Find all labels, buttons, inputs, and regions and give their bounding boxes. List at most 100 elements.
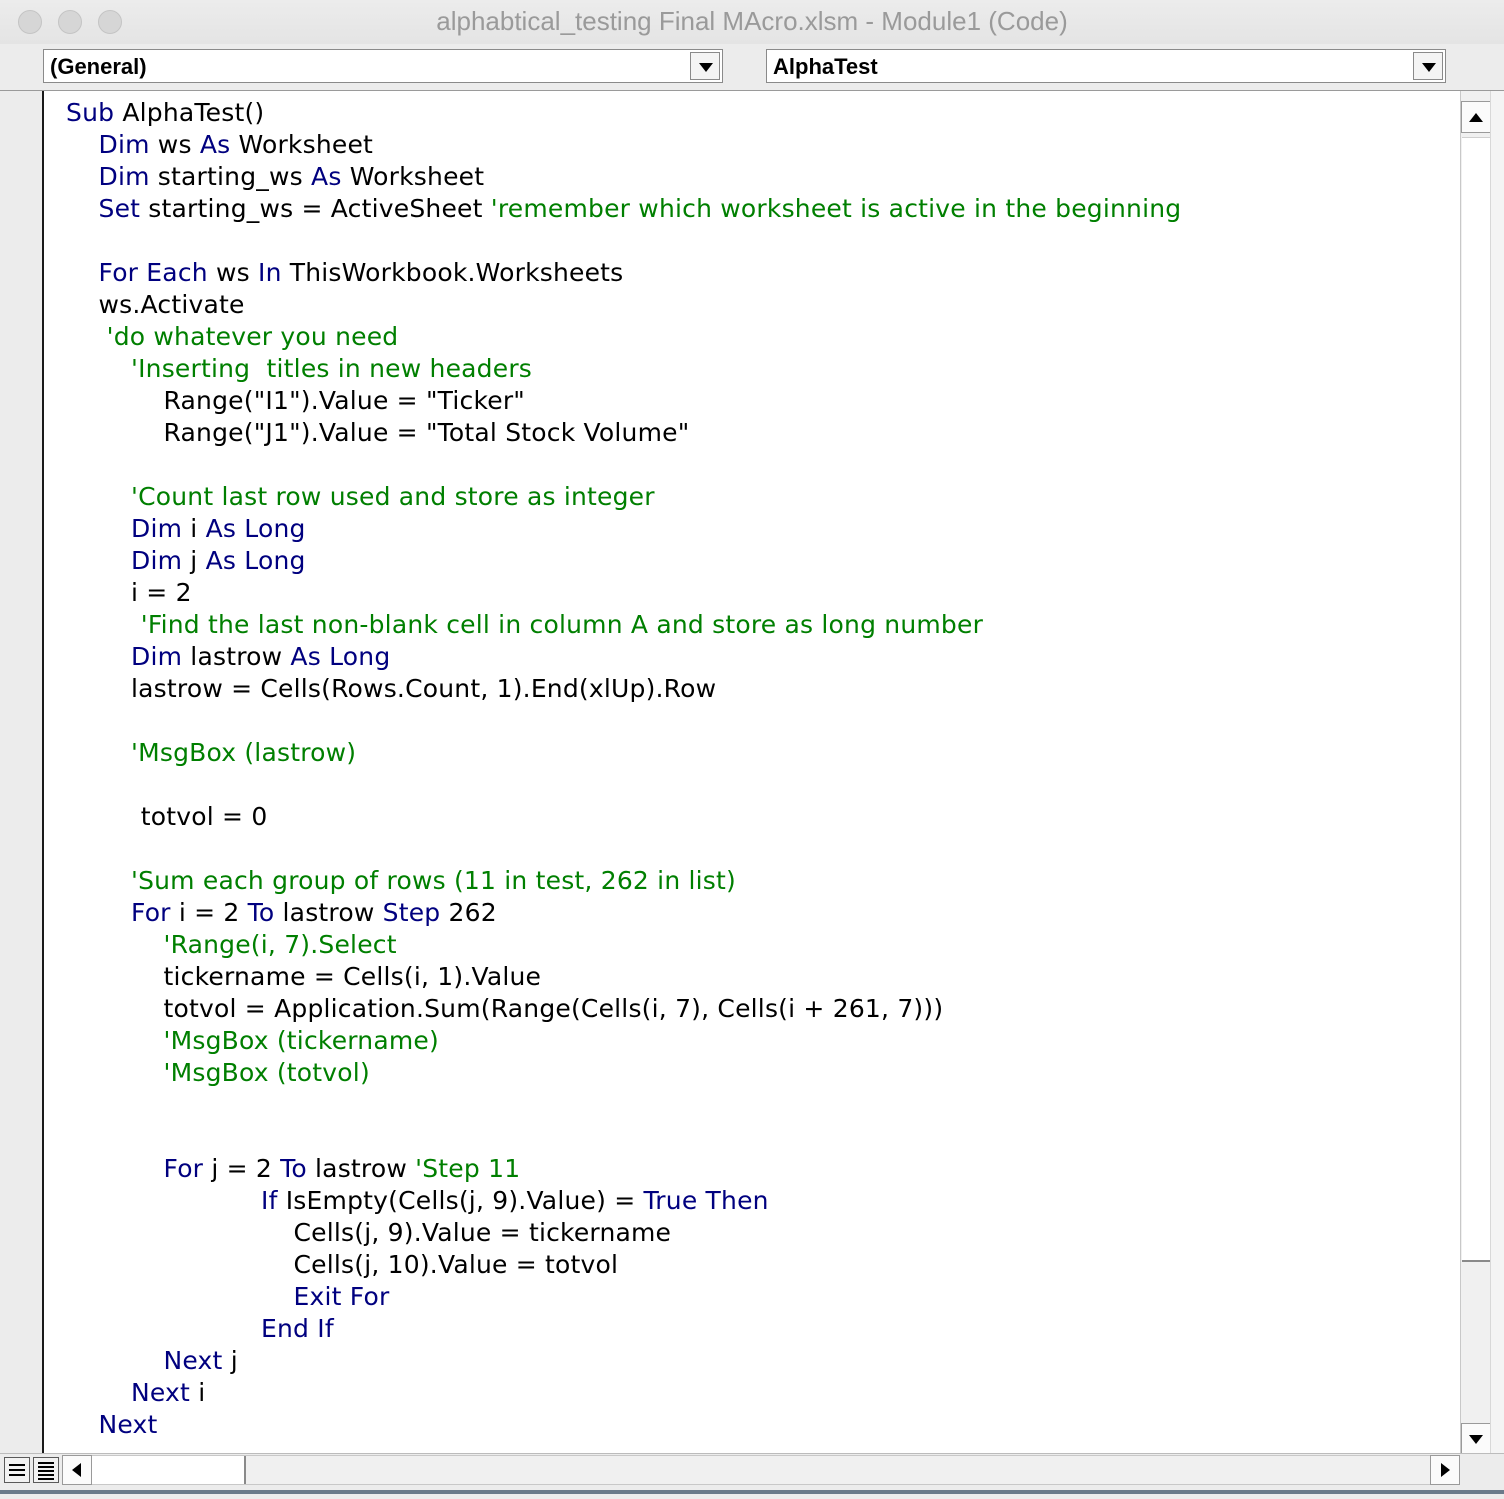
code-comment: 'Inserting titles in new headers [131, 354, 533, 383]
code-keyword: As [199, 130, 231, 159]
code-text: totvol = 0 [140, 802, 268, 831]
code-keyword: If [261, 1186, 278, 1215]
margin-indicator-bar[interactable] [0, 91, 44, 1453]
code-line[interactable]: Set starting_ws = ActiveSheet 'remember … [99, 193, 1182, 225]
code-keyword: For [163, 1154, 204, 1183]
code-line[interactable]: Range("J1").Value = "Total Stock Volume" [164, 417, 690, 449]
code-line[interactable]: Range("I1").Value = "Ticker" [164, 385, 526, 417]
procedure-dropdown-value: AlphaTest [773, 54, 878, 79]
code-line[interactable]: Cells(j, 10).Value = totvol [294, 1249, 619, 1281]
chevron-down-icon[interactable] [690, 52, 720, 80]
code-line[interactable]: lastrow = Cells(Rows.Count, 1).End(xlUp)… [131, 673, 716, 705]
code-text: Cells(j, 9).Value = tickername [293, 1218, 672, 1247]
object-dropdown-value: (General) [50, 54, 147, 79]
code-line[interactable]: 'Inserting titles in new headers [131, 353, 532, 385]
code-line[interactable]: 'Range(i, 7).Select [164, 929, 397, 961]
code-text: 262 [440, 898, 497, 927]
code-keyword: As [311, 162, 342, 191]
scroll-left-icon[interactable] [62, 1455, 92, 1485]
code-keyword: To [247, 898, 275, 927]
code-keyword: For [131, 898, 171, 927]
code-keyword: As Long [205, 514, 306, 543]
procedure-dropdown[interactable]: AlphaTest [766, 49, 1446, 83]
code-line[interactable]: 'Sum each group of rows (11 in test, 262… [131, 865, 736, 897]
code-line[interactable]: totvol = Application.Sum(Range(Cells(i, … [164, 993, 944, 1025]
code-keyword: Exit For [293, 1282, 390, 1311]
code-line[interactable]: 'MsgBox (lastrow) [131, 737, 356, 769]
vertical-scrollbar[interactable] [1460, 91, 1491, 1455]
code-keyword: True Then [643, 1186, 769, 1215]
vertical-scroll-thumb[interactable] [1462, 137, 1490, 1262]
code-text: starting_ws [149, 162, 312, 191]
code-text: lastrow [182, 642, 291, 671]
code-keyword: Dim [98, 162, 150, 191]
code-line[interactable]: For Each ws In ThisWorkbook.Worksheets [99, 257, 624, 289]
code-keyword: For Each [98, 258, 208, 287]
procedure-view-icon[interactable] [4, 1457, 30, 1483]
code-text: AlphaTest() [114, 98, 265, 127]
code-line[interactable]: 'Find the last non-blank cell in column … [141, 609, 983, 641]
code-window-header: (General) AlphaTest [0, 44, 1504, 91]
code-line[interactable]: 'do whatever you need [107, 321, 399, 353]
code-line[interactable]: Dim j As Long [131, 545, 306, 577]
horizontal-scroll-thumb[interactable] [92, 1456, 246, 1484]
code-line[interactable]: If IsEmpty(Cells(j, 9).Value) = True The… [261, 1185, 769, 1217]
code-line[interactable]: Next i [131, 1377, 205, 1409]
code-text: i = 2 [131, 578, 192, 607]
code-line[interactable]: End If [261, 1313, 334, 1345]
code-text: ws.Activate [98, 290, 245, 319]
code-text: lastrow [274, 898, 383, 927]
code-text: IsEmpty(Cells(j, 9).Value) = [277, 1186, 644, 1215]
scroll-right-icon[interactable] [1430, 1455, 1460, 1485]
code-text: ThisWorkbook.Worksheets [281, 258, 624, 287]
full-module-view-icon[interactable] [33, 1457, 59, 1483]
code-text: i [182, 514, 206, 543]
code-line[interactable]: 'MsgBox (totvol) [164, 1057, 370, 1089]
code-line[interactable]: Next j [164, 1345, 238, 1377]
code-comment: 'MsgBox (tickername) [163, 1026, 439, 1055]
code-comment: 'do whatever you need [106, 322, 399, 351]
code-line[interactable]: 'Count last row used and store as intege… [131, 481, 655, 513]
code-line[interactable]: ws.Activate [99, 289, 245, 321]
code-line[interactable]: For i = 2 To lastrow Step 262 [131, 897, 497, 929]
code-line[interactable]: Cells(j, 9).Value = tickername [294, 1217, 672, 1249]
code-keyword: Next [98, 1410, 158, 1439]
code-keyword: As Long [205, 546, 306, 575]
code-line[interactable]: Dim starting_ws As Worksheet [99, 161, 485, 193]
code-keyword: As Long [290, 642, 391, 671]
code-text: ws [207, 258, 258, 287]
code-keyword: Dim [131, 642, 183, 671]
window-bottom-border [0, 1490, 1504, 1494]
object-dropdown[interactable]: (General) [43, 49, 723, 83]
code-comment: 'MsgBox (totvol) [163, 1058, 370, 1087]
code-line[interactable]: totvol = 0 [141, 801, 268, 833]
code-line[interactable]: Sub AlphaTest() [66, 97, 264, 129]
code-text: i [190, 1378, 206, 1407]
code-comment: 'Sum each group of rows (11 in test, 262… [131, 866, 736, 895]
code-line[interactable]: Next [99, 1409, 158, 1441]
scroll-down-icon[interactable] [1461, 1423, 1491, 1455]
code-text: i = 2 [170, 898, 248, 927]
code-line[interactable]: 'MsgBox (tickername) [164, 1025, 439, 1057]
code-comment: 'MsgBox (lastrow) [131, 738, 357, 767]
window-right-edge [1490, 91, 1504, 1453]
code-line[interactable]: Exit For [294, 1281, 390, 1313]
code-keyword: Step [382, 898, 441, 927]
code-line[interactable]: tickername = Cells(i, 1).Value [164, 961, 542, 993]
code-comment: 'Count last row used and store as intege… [131, 482, 655, 511]
horizontal-scrollbar[interactable] [92, 1455, 1430, 1485]
code-text: j [222, 1346, 238, 1375]
code-line[interactable]: i = 2 [131, 577, 192, 609]
code-text: Worksheet [341, 162, 485, 191]
scroll-up-icon[interactable] [1461, 101, 1491, 133]
code-line[interactable]: For j = 2 To lastrow 'Step 11 [164, 1153, 521, 1185]
code-editor[interactable]: Sub AlphaTest() Dim ws As Worksheet Dim st… [44, 91, 1460, 1453]
code-comment: 'Find the last non-blank cell in column … [140, 610, 984, 639]
code-line[interactable]: Dim ws As Worksheet [99, 129, 374, 161]
code-line[interactable]: Dim i As Long [131, 513, 306, 545]
code-line[interactable]: Dim lastrow As Long [131, 641, 390, 673]
chevron-down-icon[interactable] [1413, 52, 1443, 80]
code-comment: 'Step 11 [415, 1154, 521, 1183]
code-keyword: Set [98, 194, 141, 223]
code-text: Range("J1").Value = "Total Stock Volume" [163, 418, 690, 447]
